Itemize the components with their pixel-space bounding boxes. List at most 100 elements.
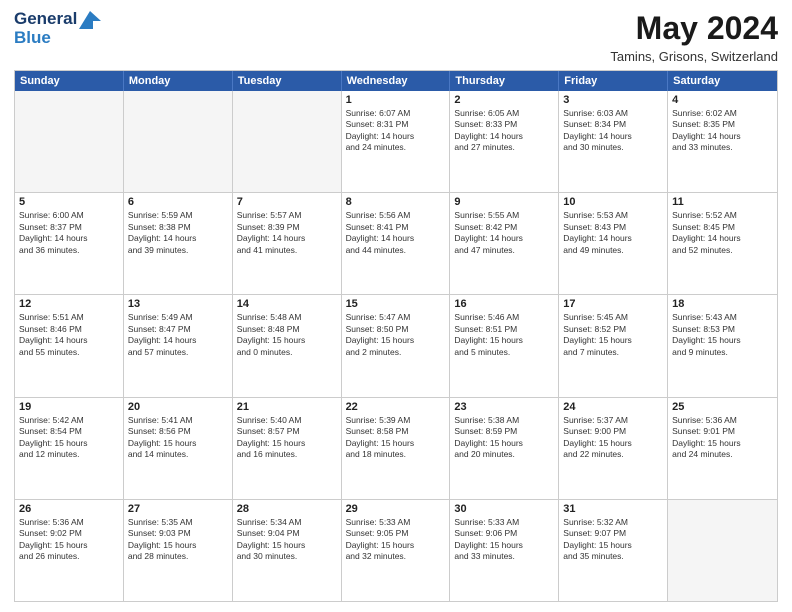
weekday-header-sunday: Sunday: [15, 71, 124, 91]
day-info: Sunrise: 6:00 AMSunset: 8:37 PMDaylight:…: [19, 210, 119, 256]
day-info: Sunrise: 5:39 AMSunset: 8:58 PMDaylight:…: [346, 415, 446, 461]
day-number: 30: [454, 503, 554, 515]
month-title: May 2024: [610, 10, 778, 47]
day-cell-7: 7 Sunrise: 5:57 AMSunset: 8:39 PMDaylight…: [233, 193, 342, 294]
day-cell-23: 23Sunrise: 5:38 AMSunset: 8:59 PMDayligh…: [450, 398, 559, 499]
day-info: Sunrise: 5:38 AMSunset: 8:59 PMDaylight:…: [454, 415, 554, 461]
empty-cell: [668, 500, 777, 601]
day-number: 10: [563, 196, 663, 208]
day-number: 8: [346, 196, 446, 208]
day-info: Sunrise: 5:56 AMSunset: 8:41 PMDaylight:…: [346, 210, 446, 256]
weekday-header-thursday: Thursday: [450, 71, 559, 91]
day-info: Sunrise: 5:45 AMSunset: 8:52 PMDaylight:…: [563, 312, 663, 358]
day-number: 25: [672, 401, 773, 413]
day-info: Sunrise: 5:59 AMSunset: 8:38 PMDaylight:…: [128, 210, 228, 256]
day-number: 4: [672, 94, 773, 106]
day-info: Sunrise: 5:35 AMSunset: 9:03 PMDaylight:…: [128, 517, 228, 563]
day-cell-14: 14Sunrise: 5:48 AMSunset: 8:48 PMDayligh…: [233, 295, 342, 396]
weekday-header-wednesday: Wednesday: [342, 71, 451, 91]
day-number: 29: [346, 503, 446, 515]
day-info: Sunrise: 6:02 AMSunset: 8:35 PMDaylight:…: [672, 108, 773, 154]
header: General Blue May 2024 Tamins, Grisons, S…: [14, 10, 778, 64]
day-info: Sunrise: 5:49 AMSunset: 8:47 PMDaylight:…: [128, 312, 228, 358]
day-cell-6: 6 Sunrise: 5:59 AMSunset: 8:38 PMDaylight…: [124, 193, 233, 294]
calendar-header: SundayMondayTuesdayWednesdayThursdayFrid…: [15, 71, 777, 91]
day-cell-11: 11 Sunrise: 5:52 AMSunset: 8:45 PMDayligh…: [668, 193, 777, 294]
day-number: 7: [237, 196, 337, 208]
day-number: 2: [454, 94, 554, 106]
day-info: Sunrise: 5:57 AMSunset: 8:39 PMDaylight:…: [237, 210, 337, 256]
day-number: 18: [672, 298, 773, 310]
day-cell-3: 3Sunrise: 6:03 AMSunset: 8:34 PMDaylight…: [559, 91, 668, 192]
day-cell-21: 21Sunrise: 5:40 AMSunset: 8:57 PMDayligh…: [233, 398, 342, 499]
day-cell-18: 18Sunrise: 5:43 AMSunset: 8:53 PMDayligh…: [668, 295, 777, 396]
day-info: Sunrise: 6:03 AMSunset: 8:34 PMDaylight:…: [563, 108, 663, 154]
logo: General Blue: [14, 10, 101, 47]
day-cell-5: 5 Sunrise: 6:00 AMSunset: 8:37 PMDaylight…: [15, 193, 124, 294]
day-cell-8: 8 Sunrise: 5:56 AMSunset: 8:41 PMDaylight…: [342, 193, 451, 294]
day-number: 20: [128, 401, 228, 413]
day-cell-4: 4 Sunrise: 6:02 AMSunset: 8:35 PMDaylight…: [668, 91, 777, 192]
day-info: Sunrise: 5:34 AMSunset: 9:04 PMDaylight:…: [237, 517, 337, 563]
calendar-row-2: 5 Sunrise: 6:00 AMSunset: 8:37 PMDaylight…: [15, 192, 777, 294]
day-info: Sunrise: 5:40 AMSunset: 8:57 PMDaylight:…: [237, 415, 337, 461]
day-cell-26: 26Sunrise: 5:36 AMSunset: 9:02 PMDayligh…: [15, 500, 124, 601]
day-cell-10: 10 Sunrise: 5:53 AMSunset: 8:43 PMDayligh…: [559, 193, 668, 294]
day-number: 6: [128, 196, 228, 208]
day-info: Sunrise: 5:41 AMSunset: 8:56 PMDaylight:…: [128, 415, 228, 461]
calendar-body: 1 Sunrise: 6:07 AMSunset: 8:31 PMDaylight…: [15, 91, 777, 601]
day-number: 11: [672, 196, 773, 208]
day-info: Sunrise: 5:52 AMSunset: 8:45 PMDaylight:…: [672, 210, 773, 256]
day-info: Sunrise: 5:47 AMSunset: 8:50 PMDaylight:…: [346, 312, 446, 358]
day-info: Sunrise: 5:46 AMSunset: 8:51 PMDaylight:…: [454, 312, 554, 358]
day-number: 15: [346, 298, 446, 310]
day-number: 1: [346, 94, 446, 106]
calendar-row-5: 26Sunrise: 5:36 AMSunset: 9:02 PMDayligh…: [15, 499, 777, 601]
day-cell-30: 30 Sunrise: 5:33 AMSunset: 9:06 PMDayligh…: [450, 500, 559, 601]
day-info: Sunrise: 5:51 AMSunset: 8:46 PMDaylight:…: [19, 312, 119, 358]
logo-general: General: [14, 9, 77, 28]
day-info: Sunrise: 6:05 AMSunset: 8:33 PMDaylight:…: [454, 108, 554, 154]
weekday-header-friday: Friday: [559, 71, 668, 91]
day-number: 17: [563, 298, 663, 310]
day-info: Sunrise: 5:36 AMSunset: 9:01 PMDaylight:…: [672, 415, 773, 461]
day-cell-20: 20 Sunrise: 5:41 AMSunset: 8:56 PMDayligh…: [124, 398, 233, 499]
day-cell-28: 28Sunrise: 5:34 AMSunset: 9:04 PMDayligh…: [233, 500, 342, 601]
day-cell-22: 22 Sunrise: 5:39 AMSunset: 8:58 PMDayligh…: [342, 398, 451, 499]
day-cell-9: 9 Sunrise: 5:55 AMSunset: 8:42 PMDaylight…: [450, 193, 559, 294]
day-cell-13: 13Sunrise: 5:49 AMSunset: 8:47 PMDayligh…: [124, 295, 233, 396]
day-info: Sunrise: 5:33 AMSunset: 9:06 PMDaylight:…: [454, 517, 554, 563]
day-cell-2: 2 Sunrise: 6:05 AMSunset: 8:33 PMDaylight…: [450, 91, 559, 192]
day-number: 31: [563, 503, 663, 515]
empty-cell: [15, 91, 124, 192]
day-info: Sunrise: 5:32 AMSunset: 9:07 PMDaylight:…: [563, 517, 663, 563]
page: General Blue May 2024 Tamins, Grisons, S…: [0, 0, 792, 612]
calendar-row-3: 12Sunrise: 5:51 AMSunset: 8:46 PMDayligh…: [15, 294, 777, 396]
empty-cell: [233, 91, 342, 192]
day-info: Sunrise: 5:55 AMSunset: 8:42 PMDaylight:…: [454, 210, 554, 256]
day-info: Sunrise: 5:53 AMSunset: 8:43 PMDaylight:…: [563, 210, 663, 256]
calendar-row-1: 1 Sunrise: 6:07 AMSunset: 8:31 PMDaylight…: [15, 91, 777, 192]
day-number: 22: [346, 401, 446, 413]
day-number: 5: [19, 196, 119, 208]
weekday-header-saturday: Saturday: [668, 71, 777, 91]
day-number: 9: [454, 196, 554, 208]
day-cell-12: 12Sunrise: 5:51 AMSunset: 8:46 PMDayligh…: [15, 295, 124, 396]
calendar: SundayMondayTuesdayWednesdayThursdayFrid…: [14, 70, 778, 602]
day-cell-29: 29Sunrise: 5:33 AMSunset: 9:05 PMDayligh…: [342, 500, 451, 601]
day-info: Sunrise: 6:07 AMSunset: 8:31 PMDaylight:…: [346, 108, 446, 154]
day-number: 16: [454, 298, 554, 310]
day-cell-24: 24Sunrise: 5:37 AMSunset: 9:00 PMDayligh…: [559, 398, 668, 499]
logo-text: General: [14, 10, 101, 29]
title-area: May 2024 Tamins, Grisons, Switzerland: [610, 10, 778, 64]
day-number: 24: [563, 401, 663, 413]
calendar-row-4: 19Sunrise: 5:42 AMSunset: 8:54 PMDayligh…: [15, 397, 777, 499]
day-info: Sunrise: 5:42 AMSunset: 8:54 PMDaylight:…: [19, 415, 119, 461]
day-cell-17: 17 Sunrise: 5:45 AMSunset: 8:52 PMDayligh…: [559, 295, 668, 396]
day-info: Sunrise: 5:48 AMSunset: 8:48 PMDaylight:…: [237, 312, 337, 358]
day-cell-19: 19Sunrise: 5:42 AMSunset: 8:54 PMDayligh…: [15, 398, 124, 499]
location: Tamins, Grisons, Switzerland: [610, 49, 778, 64]
logo-blue: Blue: [14, 29, 101, 48]
logo-bird-icon: [79, 11, 101, 29]
day-info: Sunrise: 5:36 AMSunset: 9:02 PMDaylight:…: [19, 517, 119, 563]
